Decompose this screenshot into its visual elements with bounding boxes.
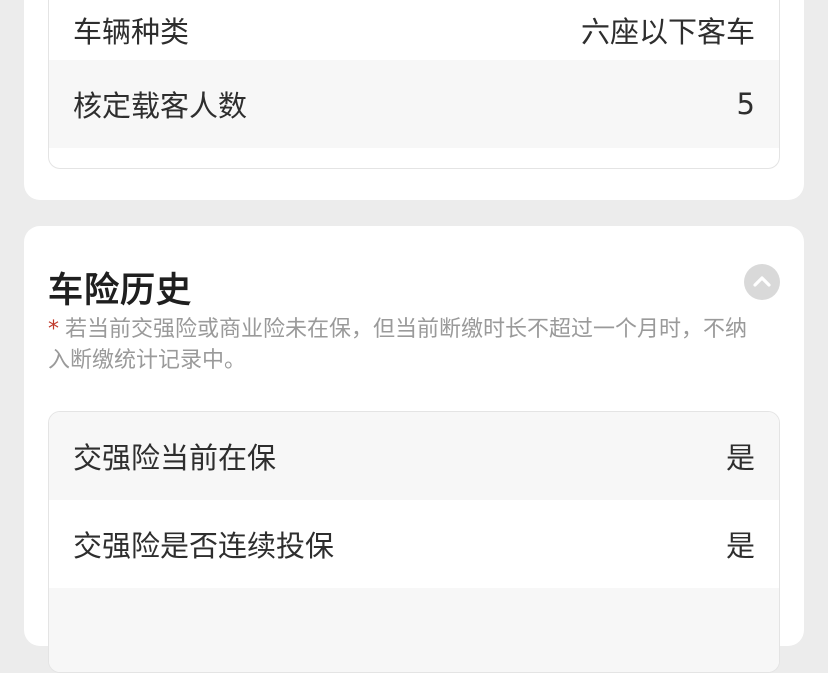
compulsory-insured-value: 是 <box>725 441 755 475</box>
passenger-capacity-value: 5 <box>736 87 755 121</box>
insurance-history-table: 交强险当前在保 是 交强险是否连续投保 是 <box>48 411 780 673</box>
passenger-capacity-label: 核定载客人数 <box>73 89 248 123</box>
required-marker: * <box>48 317 59 342</box>
compulsory-continuous-label: 交强险是否连续投保 <box>73 529 335 563</box>
table-row: 交强险是否连续投保 是 <box>49 500 779 588</box>
table-row <box>49 588 779 672</box>
vehicle-info-card: 车辆种类 六座以下客车 核定载客人数 5 <box>24 0 804 200</box>
vehicle-type-label: 车辆种类 <box>73 15 190 49</box>
vehicle-type-value: 六座以下客车 <box>580 15 755 49</box>
notice-body: 若当前交强险或商业险未在保，但当前断缴时长不超过一个月时，不纳入断缴统计记录中。 <box>48 317 748 373</box>
compulsory-insured-label: 交强险当前在保 <box>73 441 277 475</box>
table-row: 车辆种类 六座以下客车 <box>49 0 779 60</box>
compulsory-continuous-value: 是 <box>725 529 755 563</box>
notice-text: * 若当前交强险或商业险未在保，但当前断缴时长不超过一个月时，不纳入断缴统计记录中… <box>48 314 768 376</box>
insurance-history-card: 车险历史 * 若当前交强险或商业险未在保，但当前断缴时长不超过一个月时，不纳入断缴… <box>24 226 804 673</box>
table-row: 核定载客人数 5 <box>49 60 779 148</box>
chevron-up-icon <box>753 276 771 287</box>
table-row: 交强险当前在保 是 <box>49 412 779 500</box>
section-title: 车险历史 <box>48 271 193 311</box>
vehicle-info-table: 车辆种类 六座以下客车 核定载客人数 5 <box>48 0 780 169</box>
collapse-button[interactable] <box>744 264 780 300</box>
